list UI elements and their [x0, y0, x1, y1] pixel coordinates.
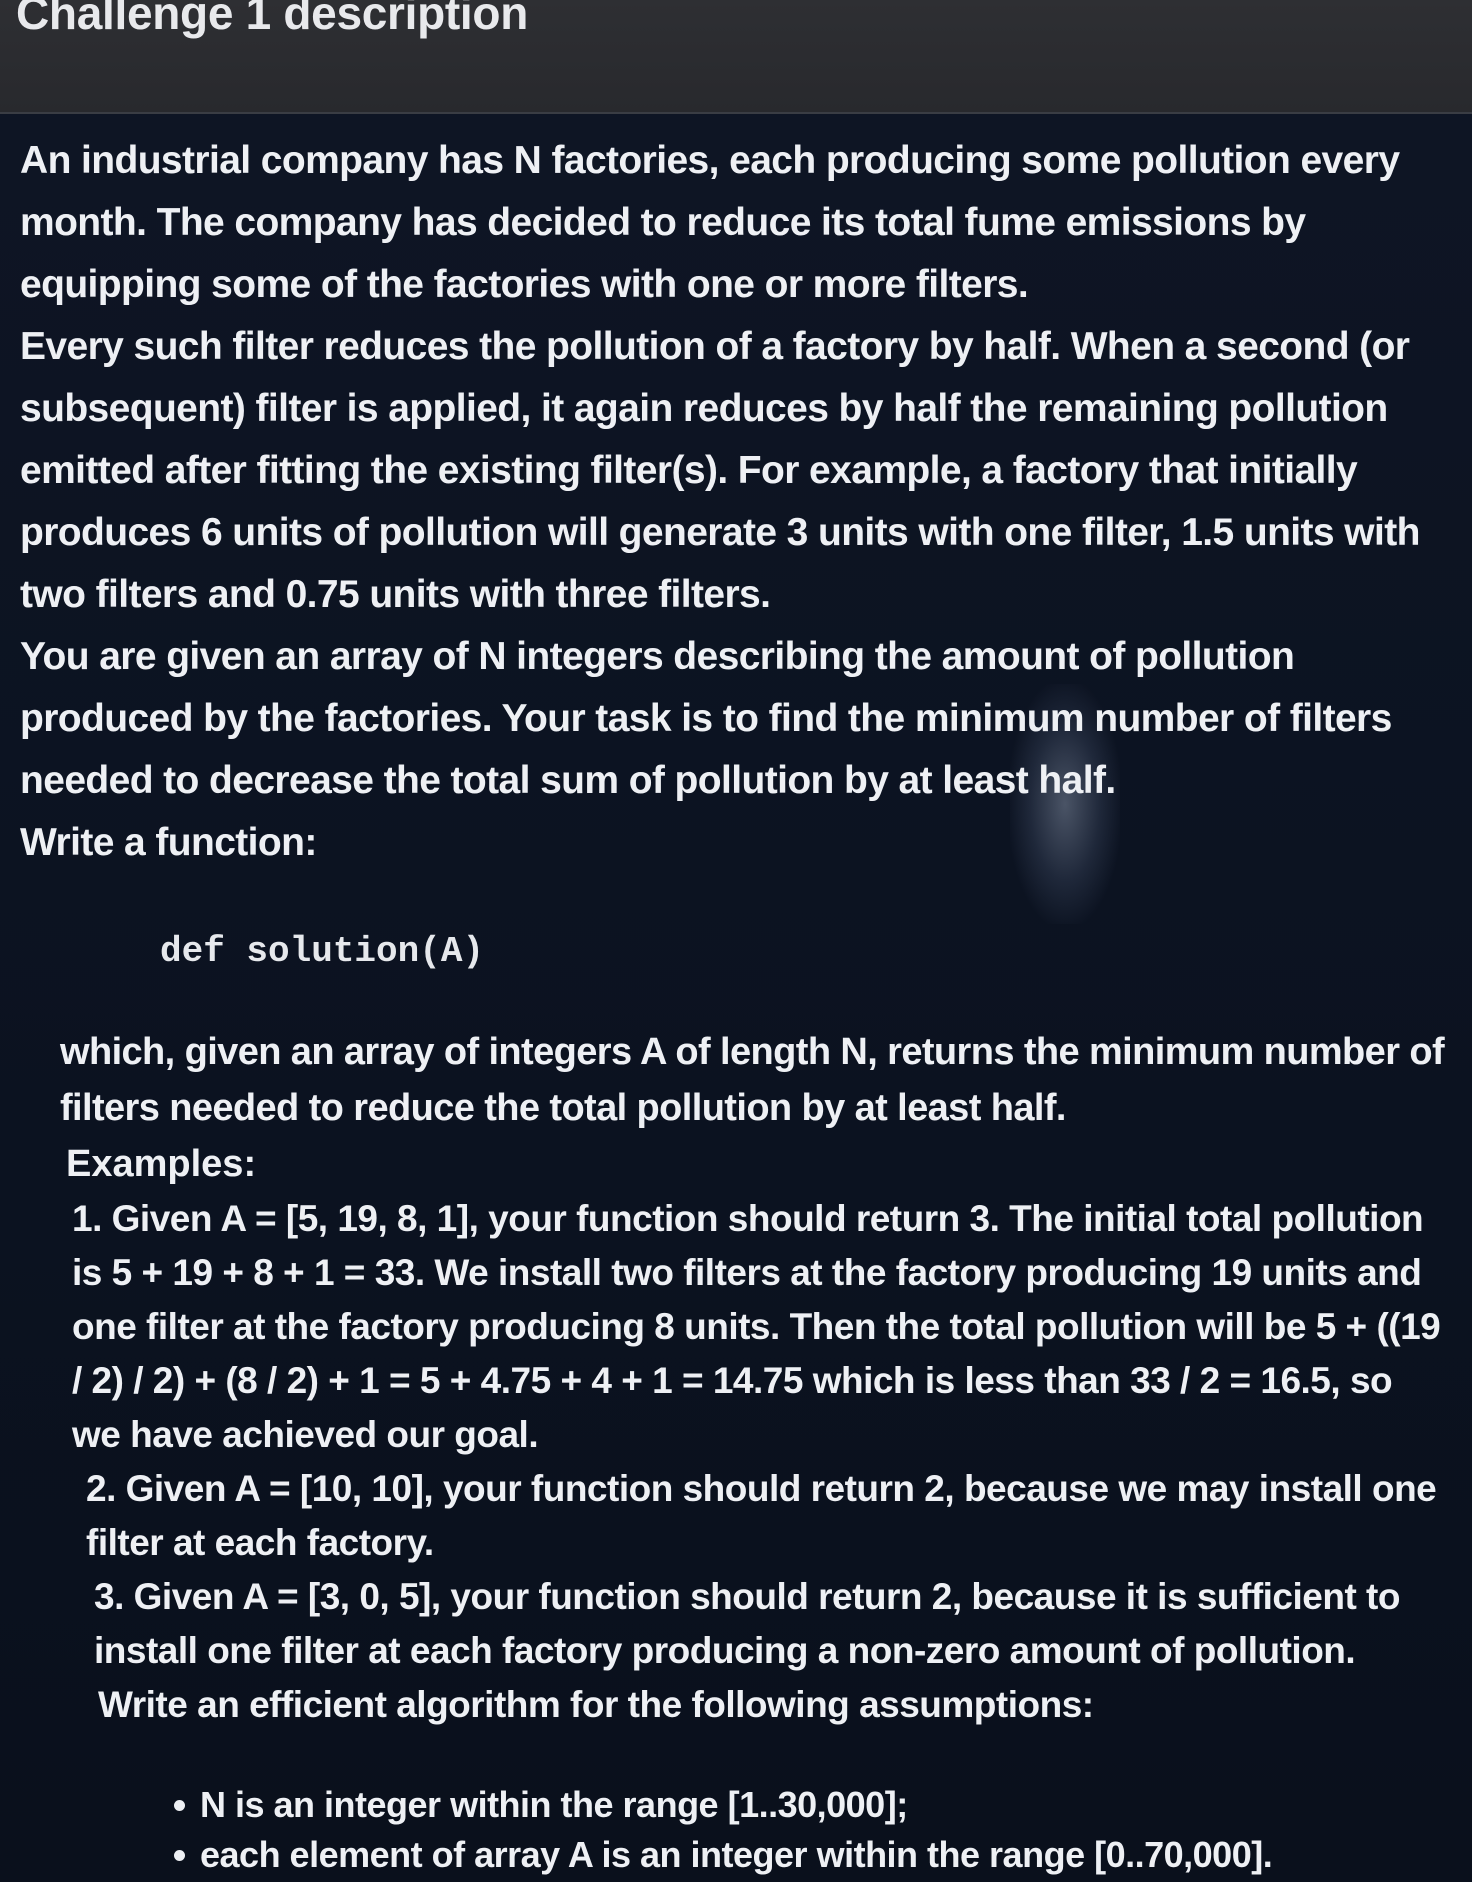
- efficient-emphasis: efficient: [249, 1684, 387, 1725]
- example-1: 1. Given A = [5, 19, 8, 1], your functio…: [72, 1198, 1441, 1455]
- window-header: Challenge 1 description: [0, 0, 1472, 112]
- write-function-paragraph: Write a function:: [20, 821, 317, 864]
- page-title: Challenge 1 description: [16, 0, 528, 39]
- assumptions-intro-suffix: algorithm for the following assumptions:: [396, 1684, 1094, 1725]
- function-signature: def solution(A): [160, 931, 485, 972]
- return-paragraph: which, given an array of integers A of l…: [60, 1031, 1445, 1129]
- assumptions-intro-prefix: Write an: [98, 1684, 240, 1725]
- description-content: An industrial company has N factories, e…: [20, 130, 1450, 1880]
- assumptions-intro: Write an efficient algorithm for the fol…: [20, 1678, 1450, 1732]
- example-3: 3. Given A = [3, 0, 5], your function sh…: [94, 1576, 1400, 1671]
- filter-paragraph: Every such filter reduces the pollution …: [20, 325, 1420, 616]
- description-panel[interactable]: An industrial company has N factories, e…: [0, 112, 1472, 1882]
- examples-heading: Examples:: [66, 1143, 257, 1185]
- assumption-item: each element of array A is an integer wi…: [174, 1830, 1450, 1880]
- example-2: 2. Given A = [10, 10], your function sho…: [86, 1468, 1437, 1563]
- intro-paragraph: An industrial company has N factories, e…: [20, 139, 1400, 306]
- assumption-item: N is an integer within the range [1..30,…: [174, 1780, 1450, 1830]
- task-paragraph: You are given an array of N integers des…: [20, 635, 1392, 802]
- assumptions-list: N is an integer within the range [1..30,…: [20, 1780, 1450, 1880]
